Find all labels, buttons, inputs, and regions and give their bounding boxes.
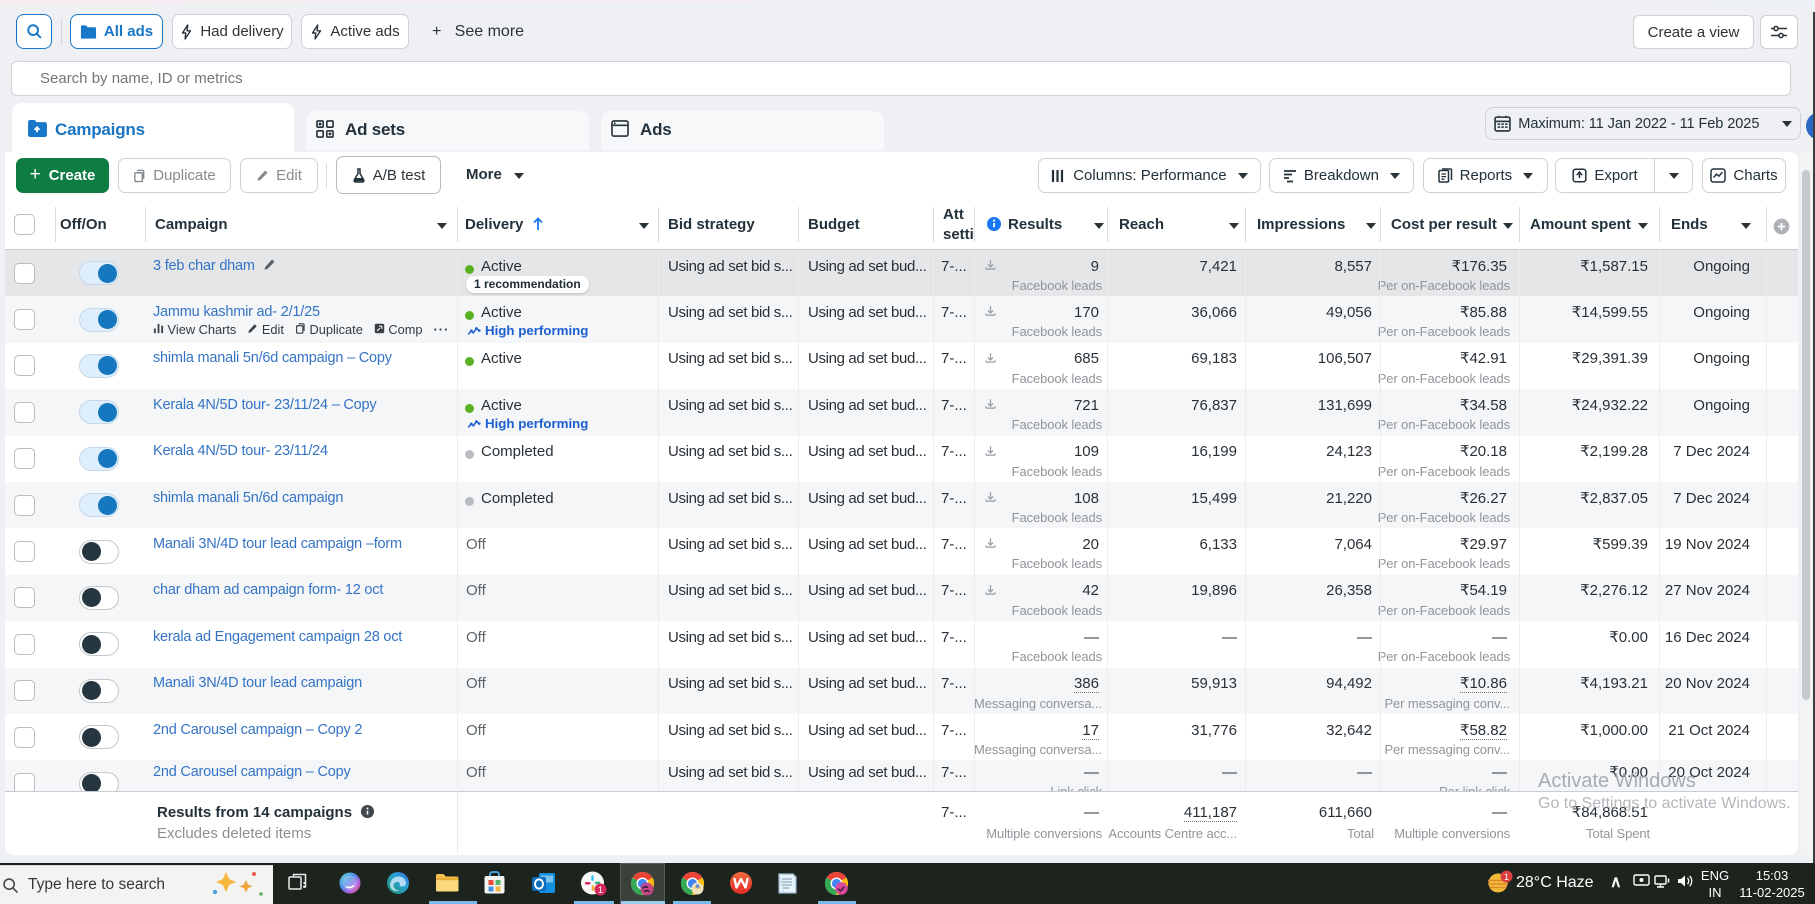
svg-text:1: 1 [598, 885, 603, 895]
svg-text:1: 1 [1504, 872, 1509, 882]
